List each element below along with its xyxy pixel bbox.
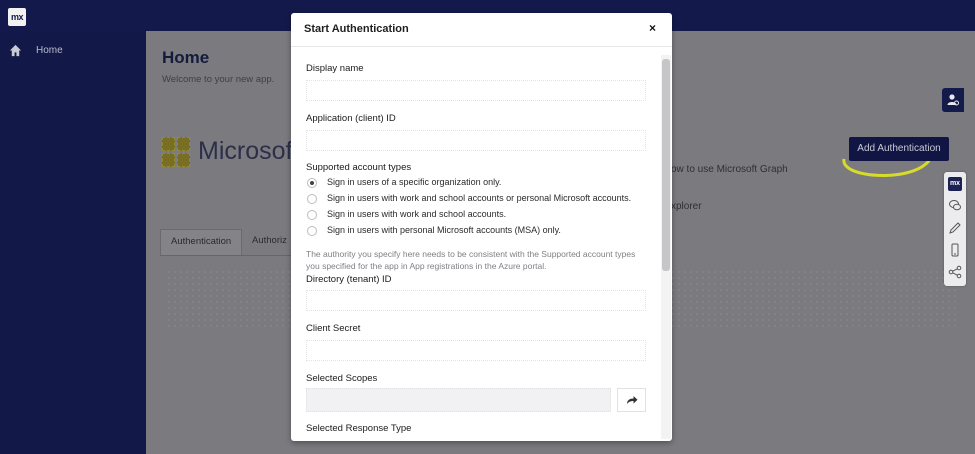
add-authentication-button[interactable]: Add Authentication — [849, 137, 949, 161]
account-type-option-label: Sign in users with work and school accou… — [327, 193, 632, 203]
account-types-label: Supported account types — [306, 162, 412, 173]
chat-icon[interactable] — [948, 198, 962, 212]
radio-button[interactable] — [307, 226, 317, 236]
pencil-icon[interactable] — [948, 221, 962, 235]
mendix-logo[interactable]: mx — [8, 8, 26, 26]
account-type-option[interactable]: Sign in users with personal Microsoft ac… — [306, 225, 656, 239]
page-subtitle: Welcome to your new app. — [162, 74, 275, 85]
tab-divider — [160, 255, 295, 256]
developer-toolbar: mx — [944, 172, 966, 286]
response-type-label: Selected Response Type — [306, 423, 412, 434]
account-types-help-text: The authority you specify here needs to … — [306, 249, 636, 271]
radio-button[interactable] — [307, 194, 317, 204]
tab-authentication[interactable]: Authentication — [160, 229, 243, 255]
start-authentication-dialog: Start Authentication × Display name Appl… — [291, 13, 672, 441]
client-id-input[interactable] — [306, 130, 646, 151]
sidebar: Home — [0, 31, 146, 454]
account-type-option[interactable]: Sign in users with work and school accou… — [306, 193, 656, 207]
radio-button[interactable] — [307, 210, 317, 220]
dialog-title: Start Authentication — [304, 23, 409, 35]
share-arrow-icon — [627, 396, 638, 404]
client-id-label: Application (client) ID — [306, 113, 396, 124]
sidebar-item-label: Home — [36, 45, 63, 56]
user-settings-button[interactable] — [942, 88, 964, 112]
client-secret-label: Client Secret — [306, 323, 361, 334]
client-secret-input[interactable] — [306, 340, 646, 361]
graph-info-text: ow to use Microsoft Graph — [671, 164, 788, 175]
account-type-option-label: Sign in users of a specific organization… — [327, 177, 502, 187]
page-title: Home — [162, 48, 210, 67]
share-icon[interactable] — [948, 265, 962, 279]
home-icon — [9, 44, 22, 57]
close-icon[interactable]: × — [649, 21, 656, 35]
tenant-id-label: Directory (tenant) ID — [306, 274, 392, 285]
sidebar-item-home[interactable]: Home — [0, 41, 146, 65]
display-name-input[interactable] — [306, 80, 646, 101]
display-name-label: Display name — [306, 63, 364, 74]
account-type-option[interactable]: Sign in users of a specific organization… — [306, 177, 656, 191]
radio-button[interactable] — [307, 178, 317, 188]
mx-icon[interactable]: mx — [948, 177, 962, 191]
explorer-link-text[interactable]: xplorer — [671, 201, 702, 212]
user-settings-icon — [947, 94, 959, 106]
account-type-option-label: Sign in users with personal Microsoft ac… — [327, 225, 561, 235]
dialog-header: Start Authentication × — [291, 13, 672, 47]
tab-authorization[interactable]: Authoriz — [242, 229, 297, 255]
tenant-id-input[interactable] — [306, 290, 646, 311]
dialog-scrollbar[interactable] — [661, 55, 671, 439]
selected-scopes-label: Selected Scopes — [306, 373, 378, 384]
account-type-option-label: Sign in users with work and school accou… — [327, 209, 507, 219]
account-type-option[interactable]: Sign in users with work and school accou… — [306, 209, 656, 223]
microsoft-brand-text: Microsof — [198, 137, 293, 165]
selected-scopes-input[interactable] — [306, 388, 611, 412]
mobile-icon[interactable] — [948, 243, 962, 257]
tab-bar: Authentication Authoriz — [160, 229, 290, 255]
scrollbar-thumb[interactable] — [662, 59, 670, 271]
select-scopes-button[interactable] — [617, 388, 646, 412]
dialog-body: Display name Application (client) ID Sup… — [291, 53, 661, 441]
microsoft-logo-icon — [162, 137, 190, 167]
